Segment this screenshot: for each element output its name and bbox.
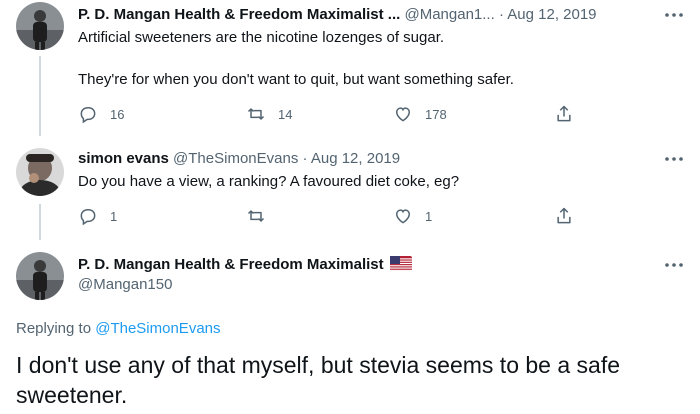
- thread-line: [39, 56, 41, 136]
- reply-icon: [80, 209, 96, 226]
- more-options-icon[interactable]: [664, 156, 684, 162]
- tweet-date[interactable]: Aug 12, 2019: [507, 6, 596, 23]
- main-tweet-header: P. D. Mangan Health & Freedom Maximalist: [78, 256, 412, 274]
- like-button[interactable]: 178: [393, 104, 447, 124]
- share-icon: [557, 105, 571, 122]
- author-handle[interactable]: @Mangan1...: [404, 6, 494, 23]
- us-flag-icon: [389, 256, 412, 271]
- reply-count: 1: [110, 208, 118, 224]
- avatar-mangan[interactable]: [16, 2, 64, 50]
- share-button[interactable]: [554, 206, 574, 226]
- like-count: 1: [425, 208, 433, 224]
- reply-button[interactable]: 16: [78, 104, 124, 124]
- share-icon: [557, 207, 571, 224]
- like-count: 178: [425, 106, 447, 122]
- reply-count: 16: [110, 106, 125, 122]
- replying-to: Replying to @TheSimonEvans: [16, 320, 221, 337]
- tweet-date[interactable]: Aug 12, 2019: [311, 150, 400, 167]
- retweet-count: 14: [278, 106, 293, 122]
- avatar-mangan[interactable]: [16, 252, 64, 300]
- avatar-image: [16, 2, 64, 50]
- heart-icon: [395, 107, 411, 122]
- more-options-icon[interactable]: [664, 12, 684, 18]
- author-name[interactable]: P. D. Mangan Health & Freedom Maximalist: [78, 256, 384, 273]
- retweet-button[interactable]: 14: [246, 104, 292, 124]
- retweet-icon: [247, 210, 265, 222]
- separator-dot: ·: [302, 150, 308, 167]
- avatar-simon-evans[interactable]: [16, 148, 64, 196]
- replying-to-link[interactable]: @TheSimonEvans: [95, 320, 220, 337]
- tweet-header: P. D. Mangan Health & Freedom Maximalist…: [78, 6, 597, 24]
- thread-line: [39, 204, 41, 240]
- tweet-text-line: Artificial sweeteners are the nicotine l…: [78, 29, 445, 46]
- avatar-image: [16, 252, 64, 300]
- reply-button[interactable]: 1: [78, 206, 117, 226]
- author-name[interactable]: P. D. Mangan Health & Freedom Maximalist…: [78, 6, 400, 23]
- more-options-icon[interactable]: [664, 262, 684, 268]
- replying-prefix: Replying to: [16, 320, 96, 337]
- retweet-button[interactable]: [246, 206, 266, 226]
- author-handle[interactable]: @Mangan150: [78, 276, 172, 294]
- author-name[interactable]: simon evans: [78, 150, 169, 167]
- main-tweet-text-line: I don't use any of that myself, but stev…: [16, 352, 620, 378]
- author-handle[interactable]: @TheSimonEvans: [173, 150, 298, 167]
- tweet-text-line: They're for when you don't want to quit,…: [78, 71, 514, 88]
- separator-dot: ·: [498, 6, 504, 23]
- reply-icon: [80, 107, 96, 124]
- heart-icon: [395, 209, 411, 224]
- share-button[interactable]: [554, 104, 574, 124]
- main-tweet-text-line: sweetener.: [16, 382, 128, 408]
- like-button[interactable]: 1: [393, 206, 432, 226]
- tweet-header: simon evans @TheSimonEvans · Aug 12, 201…: [78, 150, 400, 168]
- retweet-icon: [247, 108, 265, 120]
- avatar-image: [16, 148, 64, 196]
- tweet-text-line: Do you have a view, a ranking? A favoure…: [78, 173, 460, 190]
